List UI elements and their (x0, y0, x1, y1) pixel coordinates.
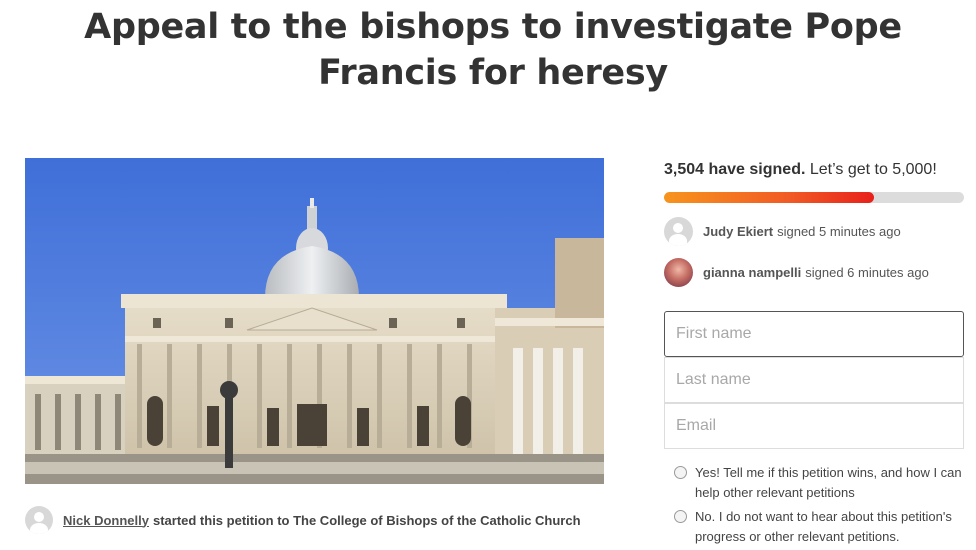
option-no-label: No. I do not want to hear about this pet… (695, 509, 952, 544)
petition-title: Appeal to the bishops to investigate Pop… (84, 7, 902, 93)
goal-text: Let’s get to 5,000! (809, 161, 937, 178)
progress-fill (664, 192, 875, 203)
petition-starter: Nick Donnelly started this petition to T… (25, 506, 581, 534)
starter-name-link[interactable]: Nick Donnelly (63, 513, 149, 528)
signer-name: gianna nampelli (703, 264, 802, 280)
email-field[interactable] (664, 403, 964, 449)
starter-avatar-icon (25, 506, 53, 534)
last-name-field[interactable] (664, 357, 964, 403)
signature-count: 3,504 have signed. Let’s get to 5,000! (664, 161, 937, 179)
radio-yes[interactable] (674, 466, 687, 479)
signature-progress-bar (664, 192, 964, 203)
option-no[interactable]: No. I do not want to hear about this pet… (674, 507, 964, 547)
signer-action: signed 6 minutes ago (805, 264, 929, 280)
first-name-field[interactable] (664, 311, 964, 357)
option-yes-label: Yes! Tell me if this petition wins, and … (695, 465, 962, 500)
recent-signer: Judy Ekiert signed 5 minutes ago (664, 216, 901, 246)
radio-no[interactable] (674, 510, 687, 523)
option-yes[interactable]: Yes! Tell me if this petition wins, and … (674, 463, 964, 503)
signer-name: Judy Ekiert (703, 223, 774, 239)
petition-image (25, 158, 604, 484)
recent-signer: gianna nampelli signed 6 minutes ago (664, 257, 929, 287)
signer-action: signed 5 minutes ago (777, 223, 901, 239)
signed-count-text: 3,504 have signed. (664, 161, 806, 178)
starter-text: started this petition to The College of … (152, 512, 581, 528)
default-avatar-icon (664, 216, 693, 246)
user-photo-avatar (664, 257, 693, 287)
